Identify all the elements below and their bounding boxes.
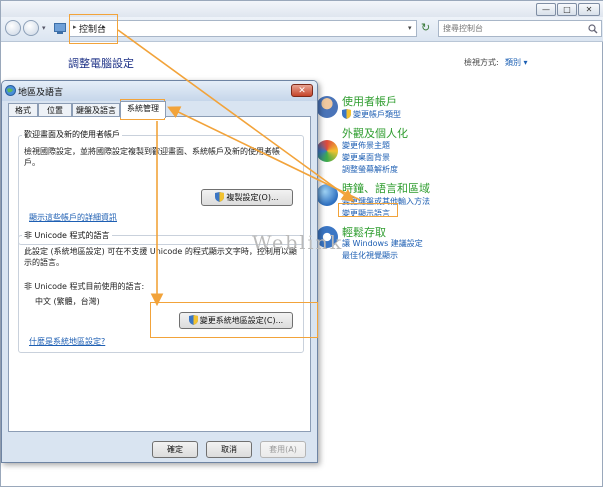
tab-keyboards-languages[interactable]: 鍵盤及語言 (72, 103, 120, 117)
minimize-button[interactable]: — (536, 3, 556, 16)
group-description: 檢視國際設定，並將國際設定複製到歡迎畫面、系統帳戶及新的使用者帳戶。 (24, 147, 280, 167)
search-icon[interactable] (588, 24, 598, 34)
show-account-details-link[interactable]: 顯示這些帳戶的詳細資訊 (29, 212, 117, 223)
link-optimize-visual-display[interactable]: 最佳化視覺顯示 (342, 250, 398, 261)
recent-pages-chevron-icon[interactable]: ▾ (42, 24, 46, 32)
link-change-desktop-background[interactable]: 變更桌面背景 (342, 152, 390, 163)
tab-location[interactable]: 位置 (38, 103, 72, 117)
link-text: 變更帳戶類型 (353, 110, 401, 119)
address-dropdown-icon[interactable]: ▾ (408, 24, 412, 32)
tab-administrative[interactable]: 系統管理 (120, 101, 166, 118)
group-label: 歡迎畫面及新的使用者帳戶 (22, 129, 122, 140)
annotation-box-change-locale (150, 302, 318, 338)
search-input[interactable] (443, 22, 583, 35)
annotation-box-address (69, 14, 118, 44)
control-panel-icon (54, 23, 66, 34)
region-language-dialog: 地區及語言 ✕ 格式 位置 鍵盤及語言 系統管理 歡迎畫面及新的使用者帳戶 檢視… (1, 80, 318, 463)
close-button[interactable]: ✕ (578, 3, 600, 16)
current-language-value: 中文 (繁體，台灣) (35, 297, 100, 306)
shield-icon (342, 109, 351, 119)
dialog-title: 地區及語言 (18, 88, 64, 98)
category-user-accounts[interactable]: 使用者帳戶 (342, 93, 397, 109)
maximize-button[interactable]: □ (557, 3, 577, 16)
user-accounts-icon[interactable] (316, 96, 338, 118)
globe-icon[interactable] (316, 184, 338, 206)
link-adjust-resolution[interactable]: 調整螢幕解析度 (342, 164, 398, 175)
appearance-icon[interactable] (316, 140, 338, 162)
refresh-icon[interactable]: ↻ (421, 21, 430, 34)
page-title: 調整電腦設定 (68, 57, 134, 70)
what-is-system-locale-link[interactable]: 什麼是系統地區設定? (29, 336, 105, 347)
forward-button[interactable] (23, 20, 39, 36)
shield-icon (215, 192, 225, 202)
tab-formats[interactable]: 格式 (8, 103, 38, 117)
tab-panel-administrative: 歡迎畫面及新的使用者帳戶 檢視國際設定，並將國際設定複製到歡迎畫面、系統帳戶及新… (8, 116, 311, 432)
copy-settings-button[interactable]: 複製設定(O)... (201, 189, 293, 206)
ok-button[interactable]: 確定 (152, 441, 198, 458)
link-change-account-type[interactable]: 變更帳戶類型 (342, 109, 401, 120)
group-label: 非 Unicode 程式的語言 (22, 230, 112, 241)
dialog-titlebar: 地區及語言 ✕ (2, 81, 317, 101)
category-appearance[interactable]: 外觀及個人化 (342, 125, 408, 141)
address-box[interactable]: ▸ ▸ ▾ (54, 20, 417, 37)
category-clock-language-region[interactable]: 時鐘、語言和區域 (342, 180, 430, 196)
dialog-close-button[interactable]: ✕ (291, 84, 313, 97)
link-change-theme[interactable]: 變更佈景主題 (342, 140, 390, 151)
view-by-label: 檢視方式: (464, 58, 499, 67)
button-label: 複製設定(O)... (226, 193, 279, 202)
annotation-box-display-language (338, 203, 398, 217)
view-by-dropdown[interactable]: 類別 ▾ (505, 57, 528, 68)
globe-icon (5, 85, 16, 96)
link-let-windows-suggest[interactable]: 讓 Windows 建議設定 (342, 238, 423, 249)
back-button[interactable] (5, 20, 21, 36)
search-box[interactable] (438, 20, 602, 37)
current-language-label: 非 Unicode 程式目前使用的語言: (24, 282, 145, 291)
apply-button[interactable]: 套用(A) (260, 441, 306, 458)
watermark: Weblink (252, 232, 344, 254)
cancel-button[interactable]: 取消 (206, 441, 252, 458)
